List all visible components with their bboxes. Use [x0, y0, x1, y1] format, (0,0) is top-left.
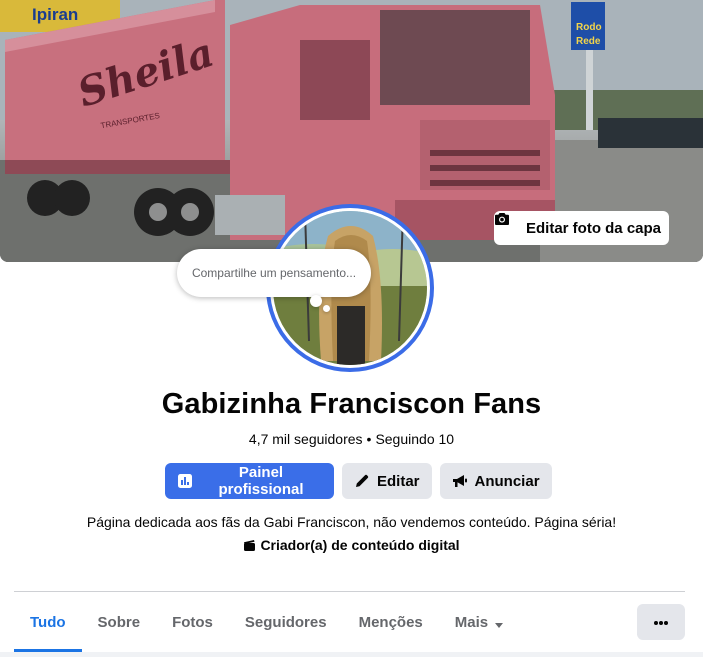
edit-cover-photo-label: Editar foto da capa — [525, 219, 662, 237]
page-category-label: Criador(a) de conteúdo digital — [260, 537, 460, 553]
stats-separator: • — [366, 431, 372, 447]
page-category: Criador(a) de conteúdo digital — [0, 537, 703, 553]
tab-about[interactable]: Sobre — [82, 600, 157, 644]
tab-mentions[interactable]: Menções — [343, 600, 439, 644]
camera-icon — [495, 213, 518, 236]
tab-more[interactable]: Mais — [439, 600, 520, 644]
dashboard-icon — [177, 473, 193, 489]
advertise-button[interactable]: Anunciar — [439, 463, 552, 499]
clapperboard-icon — [243, 539, 256, 552]
options-button[interactable] — [637, 604, 685, 640]
thought-bubble-dot — [310, 295, 322, 307]
caret-down-icon — [494, 617, 504, 628]
page-title: Gabizinha Franciscon Fans — [161, 388, 542, 420]
edit-label: Editar — [377, 472, 420, 490]
followers-link[interactable]: 4,7 mil seguidores — [249, 431, 363, 447]
road-sign-text-1: Rodo — [576, 22, 602, 33]
professional-panel-label: Painel profissional — [218, 464, 304, 498]
station-sign-text: Ipiran — [32, 5, 78, 24]
page-bio: Página dedicada aos fãs da Gabi Francisc… — [86, 514, 617, 530]
section-divider — [14, 591, 685, 592]
tab-label: Mais — [454, 613, 489, 631]
tab-label: Menções — [358, 613, 423, 631]
tab-label: Sobre — [97, 613, 141, 631]
tab-followers[interactable]: Seguidores — [229, 600, 343, 644]
tab-label: Seguidores — [244, 613, 327, 631]
tab-all[interactable]: Tudo — [14, 600, 82, 652]
professional-panel-button[interactable]: Painel profissional — [165, 463, 334, 499]
pencil-icon — [354, 473, 370, 489]
page-background-strip — [0, 652, 703, 657]
profile-tabs: Tudo Sobre Fotos Seguidores Menções Mais — [14, 600, 520, 652]
tab-label: Tudo — [30, 613, 66, 631]
thought-bubble-dot-small — [323, 305, 330, 312]
tab-photos[interactable]: Fotos — [156, 600, 229, 644]
megaphone-icon — [452, 473, 468, 489]
road-sign-text-2: Rede — [576, 36, 601, 47]
ellipsis-icon — [653, 613, 669, 631]
follower-stats: 4,7 mil seguidores • Seguindo 10 — [0, 431, 703, 447]
tab-label: Fotos — [172, 613, 213, 631]
advertise-label: Anunciar — [474, 472, 540, 490]
following-link[interactable]: Seguindo 10 — [375, 431, 454, 447]
thought-placeholder: Compartilhe um pensamento... — [191, 266, 357, 280]
edit-button[interactable]: Editar — [342, 463, 432, 499]
thought-bubble-input[interactable]: Compartilhe um pensamento... — [177, 249, 371, 297]
edit-cover-photo-button[interactable]: Editar foto da capa — [494, 211, 669, 245]
action-buttons: Painel profissional Editar Anunciar — [165, 463, 552, 499]
